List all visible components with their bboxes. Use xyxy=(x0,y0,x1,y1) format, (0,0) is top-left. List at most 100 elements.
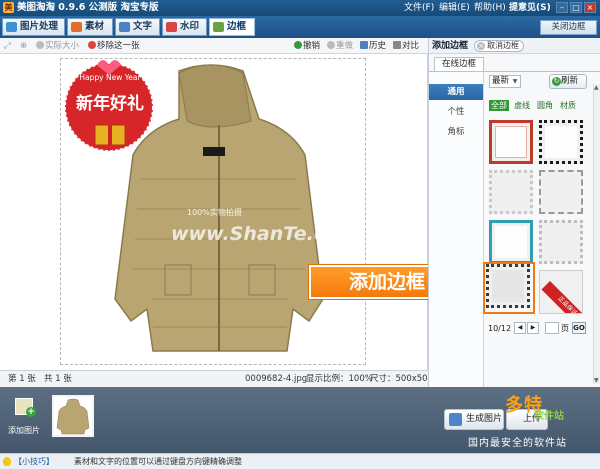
add-picture-button[interactable]: + 添加图片 xyxy=(6,396,42,440)
zoom-level: 显示比例：100% xyxy=(306,374,373,384)
redo-label: 重做 xyxy=(336,41,354,51)
frame-scrollbar[interactable]: ▲ ▼ xyxy=(593,84,600,384)
category-list: 通用 个性 角标 xyxy=(429,71,484,387)
filter-all[interactable]: 全部 xyxy=(489,100,509,111)
remove-icon xyxy=(88,41,96,49)
close-window-icon[interactable]: × xyxy=(584,2,596,13)
refresh-icon: ↻ xyxy=(552,77,561,86)
jacket-thumbnail-icon xyxy=(56,398,90,435)
tab-label: 边框 xyxy=(227,21,247,32)
tab-watermark[interactable]: 水印 xyxy=(162,18,207,36)
title-bar: 美 美图淘淘 0.9.6 公测版 淘宝专版 文件(F) 编辑(E) 帮助(H) … xyxy=(0,0,600,16)
frame-thumb[interactable] xyxy=(489,220,533,264)
menu-edit[interactable]: 编辑(E) xyxy=(439,1,470,15)
image-size: 尺寸：500x500 xyxy=(370,374,433,384)
badge-main-text: 新年好礼 xyxy=(76,94,144,114)
canvas-toolbar: ⤢ ⊕ 实际大小 移除这一张 撤销 重做 历史 对比 xyxy=(0,38,428,54)
window-title: 美图淘淘 0.9.6 公测版 淘宝专版 xyxy=(17,2,159,13)
compare-icon xyxy=(393,41,401,49)
tab-material[interactable]: 素材 xyxy=(67,18,113,36)
selection-highlight xyxy=(483,262,535,314)
tab-image-processing[interactable]: 图片处理 xyxy=(2,18,65,36)
generate-icon xyxy=(449,413,462,426)
corner-badge-label: 正品保证 xyxy=(541,281,582,313)
text-icon xyxy=(119,22,130,32)
tip-text: 素材和文字的位置可以通过键盘方向键精确调整 xyxy=(74,457,242,466)
file-name: 0009682-4.jpg xyxy=(245,374,308,384)
tab-label: 图片处理 xyxy=(20,21,59,32)
sort-select[interactable]: 最新 ▼ xyxy=(489,75,521,88)
tab-label: 素材 xyxy=(85,21,105,32)
frame-thumb[interactable] xyxy=(539,170,583,214)
scroll-down-icon[interactable]: ▼ xyxy=(594,377,599,384)
frame-icon xyxy=(213,22,224,32)
frame-panel: 添加边框 × 取消边框 在线边框 通用 个性 角标 ▲ ▼ 最新 ▼ ↻ 刷新 全部 … xyxy=(428,38,600,387)
filter-dashed[interactable]: 虚线 xyxy=(514,100,530,111)
site-logo-sub: 软件站 xyxy=(534,411,564,422)
tip-label: 【小技巧】 xyxy=(14,457,54,466)
fit-icon[interactable]: ⤢ xyxy=(4,40,11,52)
site-slogan: 国内最安全的软件站 xyxy=(468,438,567,449)
watermark-large: www.ShanTe.com xyxy=(171,223,358,245)
watermark-icon xyxy=(166,22,177,32)
prev-page-icon[interactable]: ◀ xyxy=(514,322,526,334)
category-general[interactable]: 通用 xyxy=(429,84,483,100)
photo-canvas[interactable]: Happy New Year 新年好礼 100%实物拍摄 www.ShanTe.… xyxy=(60,58,366,365)
refresh-label: 刷新 xyxy=(561,76,579,86)
frame-thumb[interactable] xyxy=(489,170,533,214)
tab-online-frames[interactable]: 在线边框 xyxy=(434,57,484,71)
cancel-frame-button[interactable]: × 取消边框 xyxy=(474,40,524,52)
maximize-icon[interactable]: □ xyxy=(570,2,582,13)
add-picture-label: 添加图片 xyxy=(8,426,40,435)
menu-feedback[interactable]: 提意见(S) xyxy=(509,1,551,15)
frame-thumb[interactable] xyxy=(489,120,533,164)
refresh-button[interactable]: ↻ 刷新 xyxy=(549,74,587,89)
menu-help[interactable]: 帮助(H) xyxy=(474,1,506,15)
generate-label: 生成图片 xyxy=(466,414,503,424)
panel-title: 添加边框 xyxy=(432,41,469,51)
redo-icon xyxy=(327,41,335,49)
menu-file[interactable]: 文件(F) xyxy=(404,1,434,15)
go-button[interactable]: GO xyxy=(572,322,586,334)
tab-text[interactable]: 文字 xyxy=(115,18,160,36)
redo-button[interactable]: 重做 xyxy=(327,40,353,52)
filter-texture[interactable]: 材质 xyxy=(560,100,576,111)
remove-image-button[interactable]: 移除这一张 xyxy=(88,40,140,52)
category-personal[interactable]: 个性 xyxy=(429,104,483,120)
status-bar: 第 1 张 共 1 张 0009682-4.jpg 显示比例：100% 尺寸：5… xyxy=(0,370,433,387)
compare-button[interactable]: 对比 xyxy=(393,40,419,52)
undo-button[interactable]: 撤销 xyxy=(294,40,320,52)
cancel-frame-label: 取消边框 xyxy=(487,41,519,50)
app-icon: 美 xyxy=(3,2,14,13)
scroll-up-icon[interactable]: ▲ xyxy=(594,84,599,91)
next-page-icon[interactable]: ▶ xyxy=(527,322,539,334)
generate-image-button[interactable]: 生成图片 xyxy=(444,409,504,430)
frame-thumb[interactable] xyxy=(539,220,583,264)
image-processing-icon xyxy=(6,22,17,32)
actual-size-label: 实际大小 xyxy=(45,41,80,51)
tip-bar: 【小技巧】 素材和文字的位置可以通过键盘方向键精确调整 xyxy=(0,453,600,469)
page-unit: 页 xyxy=(561,324,569,333)
tab-label: 文字 xyxy=(133,21,153,32)
history-button[interactable]: 历史 xyxy=(360,40,386,52)
filter-rounded[interactable]: 圆角 xyxy=(537,100,553,111)
zoom-in-icon[interactable]: ⊕ xyxy=(20,40,27,52)
total-count: 共 1 张 xyxy=(44,374,72,384)
undo-icon xyxy=(294,41,302,49)
main-tab-bar: 图片处理 素材 文字 水印 边框 关闭边框 xyxy=(0,16,600,38)
frame-thumb[interactable]: 正品保证 xyxy=(539,270,583,314)
actual-size-button[interactable]: 实际大小 xyxy=(36,40,79,52)
close-frame-button[interactable]: 关闭边框 xyxy=(540,20,597,35)
lightbulb-icon xyxy=(3,457,11,466)
frame-thumb[interactable] xyxy=(539,120,583,164)
watermark-small: 100%实物拍摄 xyxy=(187,208,242,217)
tab-label: 水印 xyxy=(180,21,200,32)
minimize-icon[interactable]: – xyxy=(556,2,568,13)
badge-top-text: Happy New Year xyxy=(79,73,141,82)
image-thumbnail[interactable] xyxy=(52,395,94,437)
pagination: 10/12 ◀ ▶ 页 GO xyxy=(486,321,600,336)
page-number-input[interactable] xyxy=(545,322,559,334)
category-corner[interactable]: 角标 xyxy=(429,124,483,140)
tab-frame[interactable]: 边框 xyxy=(209,18,255,36)
current-index: 第 1 张 xyxy=(8,374,36,384)
